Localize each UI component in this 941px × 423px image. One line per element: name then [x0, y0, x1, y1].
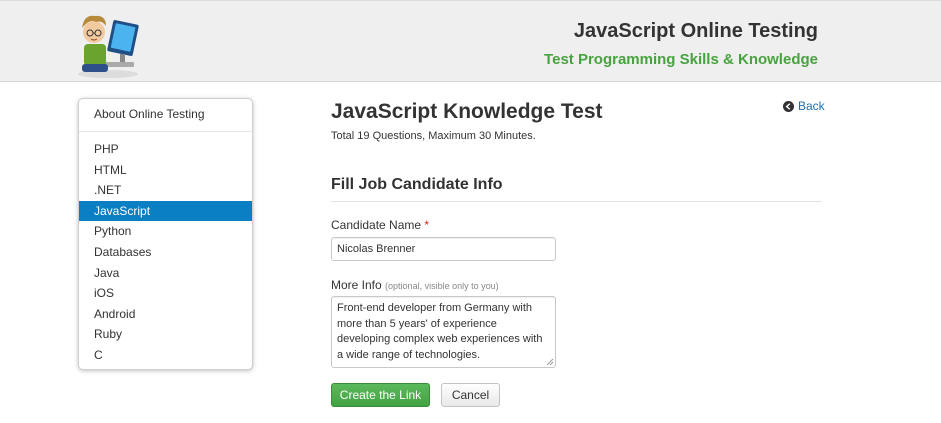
sidebar-item-ruby[interactable]: Ruby: [79, 324, 252, 345]
sidebar-item-c[interactable]: C: [79, 345, 252, 366]
create-link-button[interactable]: Create the Link: [331, 383, 430, 407]
candidate-name-label: Candidate Name *: [331, 218, 429, 232]
sidebar-item-databases[interactable]: Databases: [79, 242, 252, 263]
sidebar-item-about[interactable]: About Online Testing: [94, 107, 205, 121]
section-title: Fill Job Candidate Info: [331, 176, 503, 193]
back-link[interactable]: Back: [783, 99, 825, 113]
required-marker: *: [424, 218, 430, 232]
back-arrow-icon: [783, 100, 794, 112]
sidebar-item-python[interactable]: Python: [79, 221, 252, 242]
site-title: JavaScript Online Testing: [573, 20, 818, 42]
more-info-hint: (optional, visible only to you): [385, 281, 499, 291]
section-divider: [331, 201, 822, 202]
sidebar-nav: About Online Testing PHP HTML .NET JavaS…: [78, 98, 253, 370]
site-header: JavaScript Online Testing Test Programmi…: [0, 0, 941, 82]
resize-grip-icon[interactable]: [546, 358, 554, 366]
sidebar-item-html[interactable]: HTML: [79, 160, 252, 181]
sidebar-item-java[interactable]: Java: [79, 263, 252, 284]
candidate-name-label-text: Candidate Name: [331, 218, 422, 232]
back-label: Back: [798, 99, 825, 113]
sidebar-item-dotnet[interactable]: .NET: [79, 180, 252, 201]
more-info-label: More Info (optional, visible only to you…: [331, 278, 499, 292]
cancel-button[interactable]: Cancel: [441, 383, 500, 407]
sidebar-item-javascript[interactable]: JavaScript: [79, 200, 252, 222]
more-info-textarea[interactable]: Front-end developer from Germany with mo…: [331, 296, 556, 368]
sidebar-list: PHP HTML .NET JavaScript Python Database…: [79, 139, 252, 366]
candidate-name-input[interactable]: [331, 237, 556, 261]
sidebar-item-ios[interactable]: iOS: [79, 283, 252, 304]
sidebar-item-android[interactable]: Android: [79, 304, 252, 325]
developer-mascot-icon: [78, 15, 139, 78]
site-subtitle: Test Programming Skills & Knowledge: [544, 51, 818, 68]
sidebar-divider: [79, 131, 252, 132]
page-title: JavaScript Knowledge Test: [331, 100, 603, 123]
test-summary: Total 19 Questions, Maximum 30 Minutes.: [331, 130, 536, 142]
more-info-label-text: More Info: [331, 278, 382, 292]
sidebar-item-php[interactable]: PHP: [79, 139, 252, 160]
